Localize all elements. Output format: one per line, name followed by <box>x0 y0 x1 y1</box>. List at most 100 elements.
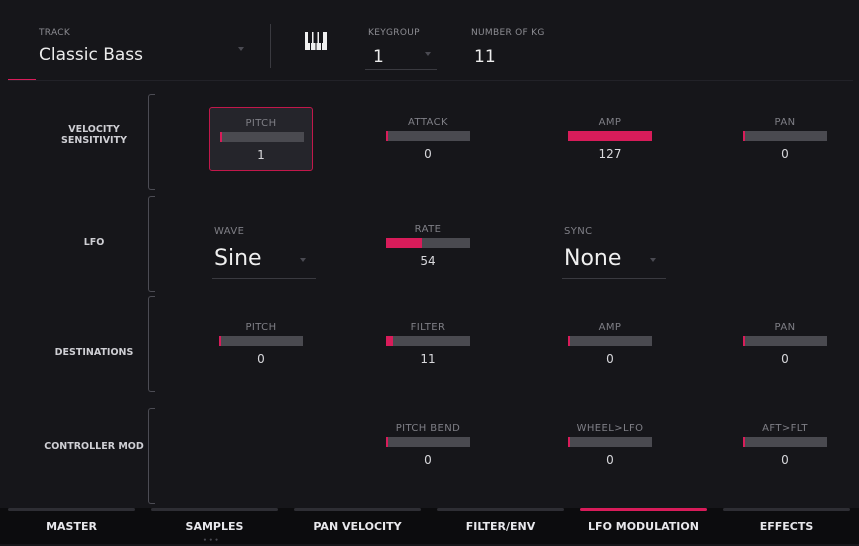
tab-label: FILTER/ENV <box>465 520 536 533</box>
tab-label: SAMPLES <box>185 520 244 533</box>
param-value: 0 <box>424 453 432 467</box>
velocity-pan-knob[interactable]: PAN 0 <box>733 107 837 171</box>
keygroup-value: 1 <box>373 47 384 67</box>
chevron-down-icon <box>238 47 244 51</box>
controller-wheel-lfo-knob[interactable]: WHEEL>LFO 0 <box>558 413 662 477</box>
tab-samples[interactable]: SAMPLES ••• <box>143 508 286 544</box>
param-bar <box>219 336 303 346</box>
lfo-wave-dropdown[interactable]: WAVE Sine <box>212 220 316 280</box>
section-bracket <box>148 296 155 392</box>
tab-indicator <box>580 508 707 511</box>
param-bar <box>386 437 470 447</box>
number-of-kg-field[interactable]: NUMBER OF KG 11 <box>468 20 558 70</box>
dropdown-underline <box>562 278 666 279</box>
param-value: 0 <box>781 147 789 161</box>
bar-fill <box>220 132 222 142</box>
destination-filter-knob[interactable]: FILTER 11 <box>376 312 480 376</box>
tab-indicator <box>151 508 278 511</box>
tab-pan-velocity[interactable]: PAN VELOCITY <box>286 508 429 544</box>
param-bar <box>568 437 652 447</box>
bar-fill <box>743 131 745 141</box>
number-of-kg-value: 11 <box>474 47 496 67</box>
tab-filter-env[interactable]: FILTER/ENV <box>429 508 572 544</box>
param-value: 0 <box>781 453 789 467</box>
param-label: PITCH <box>245 322 277 333</box>
more-dots-icon: ••• <box>203 537 221 544</box>
bar-fill <box>568 437 570 447</box>
tab-master[interactable]: MASTER <box>0 508 143 544</box>
param-bar <box>386 336 470 346</box>
bar-fill <box>568 131 652 141</box>
tab-label: MASTER <box>46 520 97 533</box>
destinations-label: DESTINATIONS <box>54 347 134 358</box>
tab-indicator <box>723 508 850 511</box>
tab-effects[interactable]: EFFECTS <box>715 508 858 544</box>
param-bar <box>386 238 470 248</box>
piano-keys-icon <box>305 32 327 50</box>
param-label: AMP <box>598 117 622 128</box>
track-value: Classic Bass <box>39 45 143 65</box>
param-label: PITCH <box>245 118 277 129</box>
param-label: ATTACK <box>408 117 448 128</box>
bar-fill <box>386 336 394 346</box>
track-selector[interactable]: TRACK Classic Bass <box>0 0 260 80</box>
controller-pitch-bend-knob[interactable]: PITCH BEND 0 <box>376 413 480 477</box>
section-bracket <box>148 408 155 504</box>
bar-fill <box>386 238 422 248</box>
tab-label: LFO MODULATION <box>588 520 699 533</box>
destination-amp-knob[interactable]: AMP 0 <box>558 312 662 376</box>
param-value: 1 <box>257 148 265 162</box>
param-bar <box>568 336 652 346</box>
param-bar <box>743 131 827 141</box>
tab-label: EFFECTS <box>759 520 814 533</box>
tab-indicator <box>437 508 564 511</box>
keygroup-underline <box>365 69 437 70</box>
sync-label: SYNC <box>564 226 593 237</box>
param-label: PITCH BEND <box>395 423 461 434</box>
param-value: 0 <box>257 352 265 366</box>
velocity-pitch-knob[interactable]: PITCH 1 <box>209 107 313 171</box>
destination-pitch-knob[interactable]: PITCH 0 <box>209 312 313 376</box>
param-bar <box>743 336 827 346</box>
tab-lfo-modulation[interactable]: LFO MODULATION <box>572 508 715 544</box>
velocity-sensitivity-label: VELOCITY SENSITIVITY <box>61 124 127 146</box>
param-value: 0 <box>424 147 432 161</box>
param-bar <box>220 132 304 142</box>
param-label: PAN <box>774 117 796 128</box>
param-label: FILTER <box>410 322 446 333</box>
param-label: AMP <box>598 322 622 333</box>
velocity-attack-knob[interactable]: ATTACK 0 <box>376 107 480 171</box>
tab-label: PAN VELOCITY <box>313 520 402 533</box>
velocity-amp-knob[interactable]: AMP 127 <box>558 107 662 171</box>
param-label: AFT>FLT <box>762 423 808 434</box>
bar-fill <box>219 336 221 346</box>
sync-value: None <box>564 246 622 271</box>
param-label: WHEEL>LFO <box>576 423 644 434</box>
param-value: 0 <box>606 352 614 366</box>
param-label: RATE <box>414 224 442 235</box>
keyboard-button[interactable] <box>305 32 329 54</box>
param-bar <box>568 131 652 141</box>
param-value: 127 <box>598 147 622 161</box>
param-value: 11 <box>420 352 436 366</box>
keygroup-selector[interactable]: KEYGROUP 1 <box>365 20 437 70</box>
wave-value: Sine <box>214 246 262 271</box>
lfo-sync-dropdown[interactable]: SYNC None <box>562 220 666 280</box>
bar-fill <box>743 437 745 447</box>
param-value: 54 <box>420 254 436 268</box>
dropdown-underline <box>212 278 316 279</box>
bar-fill <box>743 336 745 346</box>
controller-mod-label: CONTROLLER MOD <box>44 441 144 452</box>
controller-aft-flt-knob[interactable]: AFT>FLT 0 <box>733 413 837 477</box>
header-divider <box>8 80 853 81</box>
destination-pan-knob[interactable]: PAN 0 <box>733 312 837 376</box>
track-label: TRACK <box>39 28 71 38</box>
param-bar <box>386 131 470 141</box>
bar-fill <box>568 336 570 346</box>
header-vertical-divider <box>270 24 271 68</box>
chevron-down-icon <box>300 258 306 262</box>
tab-bar: MASTER SAMPLES ••• PAN VELOCITY FILTER/EN… <box>0 508 859 544</box>
lfo-label: LFO <box>83 237 105 248</box>
param-value: 0 <box>606 453 614 467</box>
lfo-rate-knob[interactable]: RATE 54 <box>376 214 480 278</box>
